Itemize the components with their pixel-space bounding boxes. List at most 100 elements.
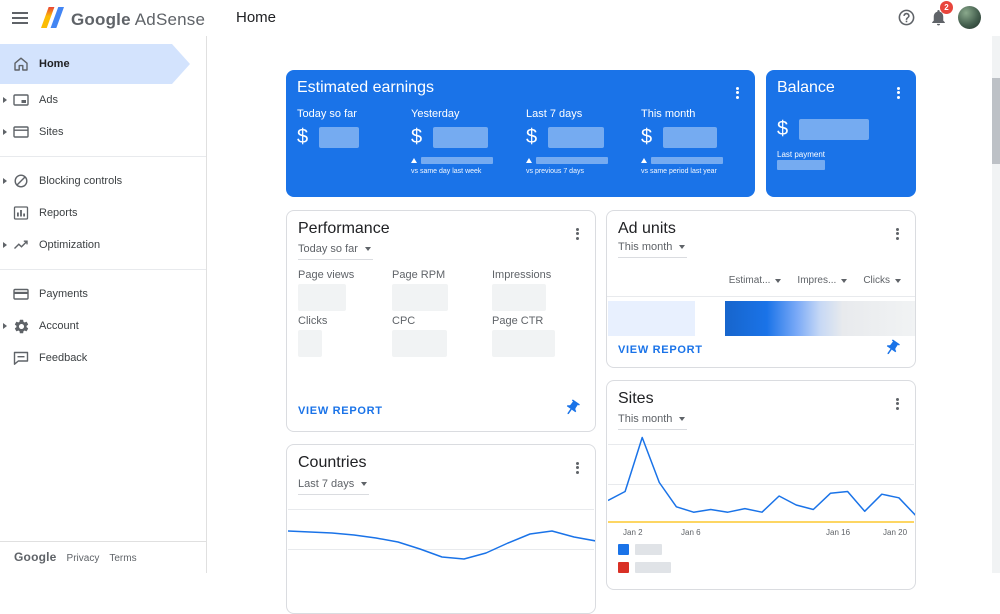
- sidebar-item-account[interactable]: Account: [0, 310, 206, 342]
- sidebar-item-ads[interactable]: Ads: [0, 84, 206, 116]
- adsense-logo[interactable]: Google AdSense: [40, 6, 205, 34]
- date-range-value: Today so far: [298, 243, 358, 255]
- metric: CPC: [392, 315, 447, 357]
- brand-google: Google: [71, 10, 131, 29]
- line-chart-svg: [288, 497, 596, 597]
- more-options-icon[interactable]: [894, 224, 901, 243]
- sidebar-item-label: Account: [39, 320, 79, 332]
- sidebar-section-divider: [0, 269, 206, 270]
- metric-label: Page CTR: [492, 315, 555, 327]
- avatar[interactable]: [958, 6, 981, 29]
- scrollbar-thumb[interactable]: [992, 78, 1000, 164]
- sidebar-item-home[interactable]: Home: [0, 44, 190, 84]
- sidebar-section-divider: [0, 156, 206, 157]
- card-title: Estimated earnings: [297, 79, 434, 97]
- table-divider: [607, 296, 915, 297]
- ad-unit-bar: [725, 301, 915, 336]
- date-range-dropdown[interactable]: This month: [618, 241, 687, 258]
- help-icon[interactable]: [897, 8, 916, 27]
- sidebar-item-blocking-controls[interactable]: Blocking controls: [0, 165, 206, 197]
- redacted-value: [799, 119, 869, 140]
- column-dropdown-label: Clicks: [863, 275, 890, 286]
- card-title: Countries: [298, 454, 366, 472]
- up-arrow-icon: [641, 158, 647, 163]
- x-tick-label: Jan 2: [623, 528, 643, 537]
- sidebar-item-feedback[interactable]: Feedback: [0, 342, 206, 374]
- line-chart-svg: [608, 433, 916, 523]
- privacy-link[interactable]: Privacy: [67, 553, 100, 564]
- chevron-down-icon: [365, 247, 371, 251]
- chevron-down-icon: [841, 279, 847, 283]
- comparison-caption: vs same day last week: [411, 168, 493, 175]
- more-options-icon[interactable]: [894, 394, 901, 413]
- performance-card: Performance Today so far Page views Page…: [286, 210, 596, 432]
- earnings-column: Yesterday $ vs same day last week: [411, 108, 493, 175]
- payments-icon: [12, 285, 30, 303]
- earnings-column-label: Last 7 days: [526, 108, 608, 120]
- x-axis: [608, 521, 914, 523]
- date-range-dropdown[interactable]: Today so far: [298, 243, 373, 260]
- redacted-value: [492, 330, 555, 357]
- trending-up-icon: [12, 236, 30, 254]
- sidebar-item-label: Home: [39, 58, 70, 70]
- sidebar-item-sites[interactable]: Sites: [0, 116, 206, 148]
- redacted-delta: [651, 157, 723, 164]
- redacted-value: [777, 160, 825, 170]
- countries-chart: [288, 497, 594, 613]
- sites-card: Sites This month Jan 2 Jan 6 Jan 16 Jan …: [606, 380, 916, 590]
- date-range-dropdown[interactable]: This month: [618, 413, 687, 430]
- chevron-down-icon: [895, 279, 901, 283]
- up-arrow-icon: [526, 158, 532, 163]
- last-payment-label: Last payment: [777, 150, 825, 159]
- card-title: Performance: [298, 220, 390, 238]
- block-icon: [12, 172, 30, 190]
- sidebar-item-reports[interactable]: Reports: [0, 197, 206, 229]
- sites-icon: [12, 123, 30, 141]
- metric: Page views: [298, 269, 354, 311]
- earnings-column-label: Yesterday: [411, 108, 493, 120]
- google-footer-logo: Google: [14, 550, 57, 564]
- sidebar: Home Ads Sites Blocking controls Reports…: [0, 36, 206, 573]
- more-options-icon[interactable]: [574, 458, 581, 477]
- sidebar-footer: Google Privacy Terms: [0, 541, 206, 572]
- pin-icon[interactable]: [559, 395, 584, 420]
- sidebar-item-payments[interactable]: Payments: [0, 278, 206, 310]
- view-report-link[interactable]: VIEW REPORT: [618, 344, 703, 356]
- bar-chart-icon: [12, 204, 30, 222]
- more-options-icon[interactable]: [734, 83, 741, 102]
- adsense-logo-icon: [40, 6, 65, 34]
- column-dropdown[interactable]: Impres...: [797, 275, 847, 286]
- metric: Clicks: [298, 315, 327, 357]
- pin-icon[interactable]: [879, 335, 904, 360]
- date-range-value: Last 7 days: [298, 478, 354, 490]
- chevron-down-icon: [361, 482, 367, 486]
- x-tick-label: Jan 20: [883, 528, 907, 537]
- date-range-dropdown[interactable]: Last 7 days: [298, 478, 369, 495]
- redacted-value: [492, 284, 546, 311]
- column-dropdown[interactable]: Clicks: [863, 275, 901, 286]
- terms-link[interactable]: Terms: [109, 553, 136, 564]
- currency-symbol: $: [641, 126, 652, 149]
- sidebar-item-label: Payments: [39, 288, 88, 300]
- redacted-value: [392, 330, 447, 357]
- chevron-down-icon: [679, 245, 685, 249]
- scrollbar-track[interactable]: [992, 36, 1000, 573]
- home-icon: [12, 55, 30, 73]
- redacted-value: [319, 127, 359, 148]
- more-options-icon[interactable]: [895, 83, 902, 102]
- currency-symbol: $: [411, 126, 422, 149]
- expand-caret-icon: [3, 97, 7, 103]
- date-range-value: This month: [618, 241, 672, 253]
- menu-icon[interactable]: [11, 9, 29, 27]
- view-report-link[interactable]: VIEW REPORT: [298, 405, 383, 417]
- comparison-caption: vs previous 7 days: [526, 168, 608, 175]
- expand-caret-icon: [3, 178, 7, 184]
- currency-symbol: $: [526, 126, 537, 149]
- redacted-legend-label: [635, 544, 662, 555]
- redacted-delta: [536, 157, 608, 164]
- sidebar-item-optimization[interactable]: Optimization: [0, 229, 206, 261]
- redacted-value: [392, 284, 448, 311]
- sites-chart: [608, 433, 914, 523]
- more-options-icon[interactable]: [574, 224, 581, 243]
- column-dropdown[interactable]: Estimat...: [729, 275, 782, 286]
